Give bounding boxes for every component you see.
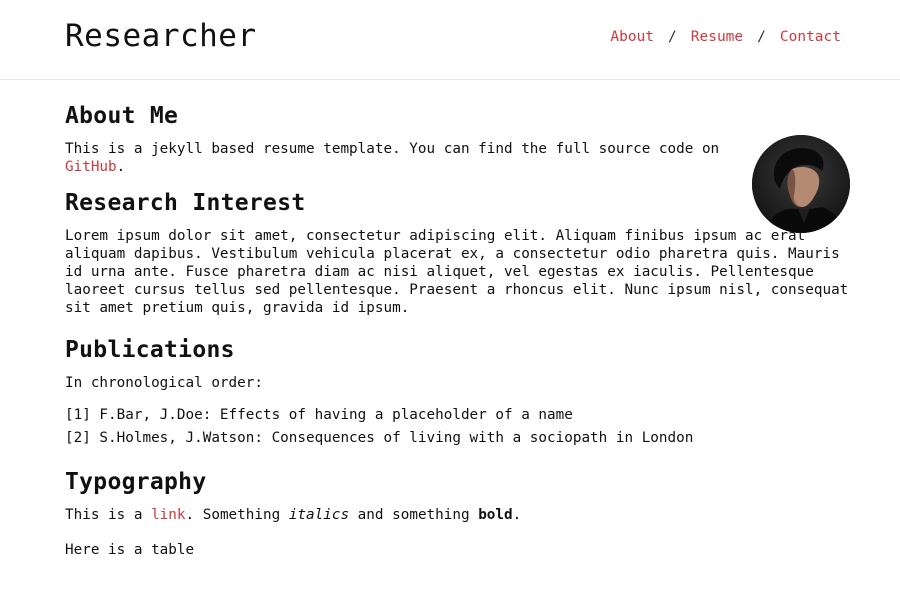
typography-bold: bold — [478, 507, 513, 523]
typography-paragraph: This is a link. Something italics and so… — [65, 506, 855, 524]
typography-text: and something — [349, 507, 479, 523]
publication-item: [1] F.Bar, J.Doe: Effects of having a pl… — [65, 407, 573, 423]
about-text-end: . — [116, 159, 126, 175]
publications-list: [1] F.Bar, J.Doe: Effects of having a pl… — [65, 404, 855, 450]
top-bar: Researcher About / Resume / Contact — [0, 0, 900, 80]
typography-text: . Something — [185, 507, 289, 523]
main-nav: About / Resume / Contact — [610, 29, 841, 45]
github-link[interactable]: GitHub — [65, 159, 117, 175]
typography-text: This is a — [65, 507, 152, 523]
publications-heading: Publications — [65, 337, 235, 363]
nav-separator: / — [757, 29, 766, 45]
nav-link-about[interactable]: About — [610, 29, 654, 45]
nav-link-resume[interactable]: Resume — [691, 29, 743, 45]
site-title[interactable]: Researcher — [65, 18, 257, 54]
about-paragraph: This is a jekyll based resume template. … — [65, 140, 745, 176]
typography-heading: Typography — [65, 469, 207, 495]
publication-item: [2] S.Holmes, J.Watson: Consequences of … — [65, 430, 694, 446]
typography-text: . — [512, 507, 522, 523]
main-content: About Me This is a jekyll based resume t… — [65, 80, 855, 559]
table-intro: Here is a table — [65, 542, 195, 558]
research-paragraph: Lorem ipsum dolor sit amet, consectetur … — [65, 228, 849, 316]
publications-intro: In chronological order: — [65, 375, 263, 391]
typography-link[interactable]: link — [151, 507, 185, 523]
research-heading: Research Interest — [65, 190, 306, 216]
typography-italic: italics — [288, 507, 350, 523]
about-heading: About Me — [65, 103, 179, 129]
about-text: This is a jekyll based resume template. … — [65, 141, 720, 157]
nav-link-contact[interactable]: Contact — [780, 29, 841, 45]
nav-separator: / — [668, 29, 677, 45]
